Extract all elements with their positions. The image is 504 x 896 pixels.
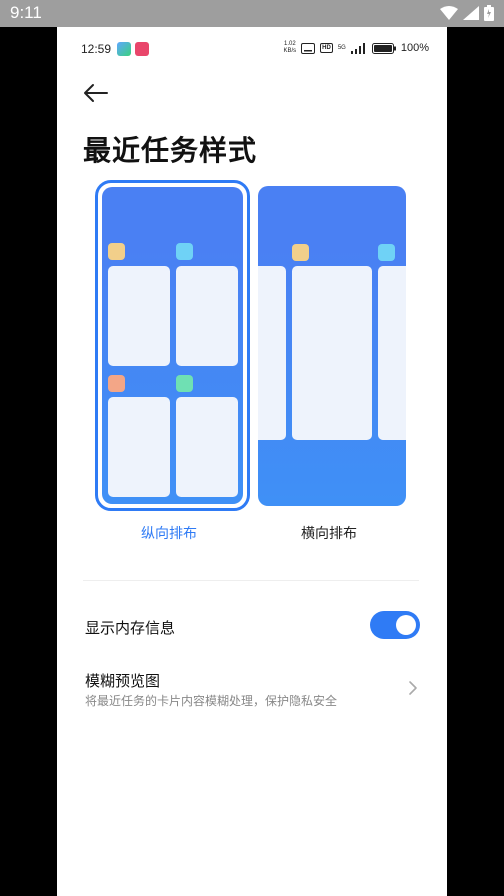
app-icon-placeholder bbox=[176, 243, 193, 260]
screen-cast-icon bbox=[301, 42, 316, 54]
app-notification-icon bbox=[117, 42, 131, 56]
settings-screen: 12:59 1.02 KB/s HD 5G 100% 最近任务样式 纵向排布 横… bbox=[57, 27, 447, 896]
app-notification-icon-2 bbox=[135, 42, 149, 56]
wifi-icon bbox=[440, 6, 458, 20]
emulator-time: 9:11 bbox=[10, 3, 42, 22]
cell-signal-icon bbox=[350, 42, 365, 54]
status-time: 12:59 bbox=[81, 42, 112, 56]
app-icon-placeholder bbox=[108, 243, 125, 260]
vertical-layout-option[interactable] bbox=[95, 180, 250, 511]
battery-icon bbox=[484, 5, 494, 21]
status-bar: 12:59 1.02 KB/s HD 5G 100% bbox=[57, 27, 447, 71]
emulator-status-icons bbox=[440, 5, 494, 21]
hd-badge: HD bbox=[320, 43, 333, 53]
battery-icon bbox=[371, 42, 396, 54]
app-icon-placeholder bbox=[292, 244, 309, 261]
task-card-placeholder bbox=[108, 397, 170, 497]
show-memory-toggle[interactable] bbox=[370, 611, 420, 639]
app-icon-placeholder bbox=[108, 375, 125, 392]
page-title: 最近任务样式 bbox=[83, 134, 258, 167]
emulator-status-bar: 9:11 bbox=[0, 0, 504, 27]
status-right-icons: 1.02 KB/s HD 5G 100% bbox=[284, 41, 430, 55]
show-memory-label: 显示内存信息 bbox=[85, 619, 176, 637]
vertical-layout-label[interactable]: 纵向排布 bbox=[141, 523, 197, 543]
task-card-placeholder bbox=[176, 266, 238, 366]
battery-percentage: 100% bbox=[400, 42, 429, 54]
network-speed-unit: KB/s bbox=[283, 48, 297, 54]
network-speed-value: 1.02 bbox=[283, 41, 296, 47]
chevron-right-icon bbox=[409, 681, 417, 695]
section-divider bbox=[83, 580, 419, 581]
network-speed: 1.02 KB/s bbox=[284, 41, 297, 55]
toggle-knob bbox=[396, 615, 416, 635]
back-arrow-icon[interactable] bbox=[81, 79, 111, 107]
task-card-placeholder bbox=[378, 266, 406, 440]
vertical-layout-preview bbox=[102, 187, 243, 504]
task-card-placeholder bbox=[292, 266, 372, 440]
horizontal-layout-label[interactable]: 横向排布 bbox=[301, 523, 357, 543]
network-type: 5G bbox=[337, 45, 346, 51]
task-card-placeholder bbox=[258, 266, 286, 440]
task-card-placeholder bbox=[108, 266, 170, 366]
app-icon-placeholder bbox=[378, 244, 395, 261]
app-icon-placeholder bbox=[176, 375, 193, 392]
blur-preview-label: 模糊预览图 bbox=[85, 672, 161, 690]
blur-preview-description: 将最近任务的卡片内容模糊处理，保护隐私安全 bbox=[85, 694, 338, 708]
signal-icon bbox=[463, 6, 479, 20]
task-card-placeholder bbox=[176, 397, 238, 497]
horizontal-layout-option[interactable] bbox=[258, 186, 406, 506]
